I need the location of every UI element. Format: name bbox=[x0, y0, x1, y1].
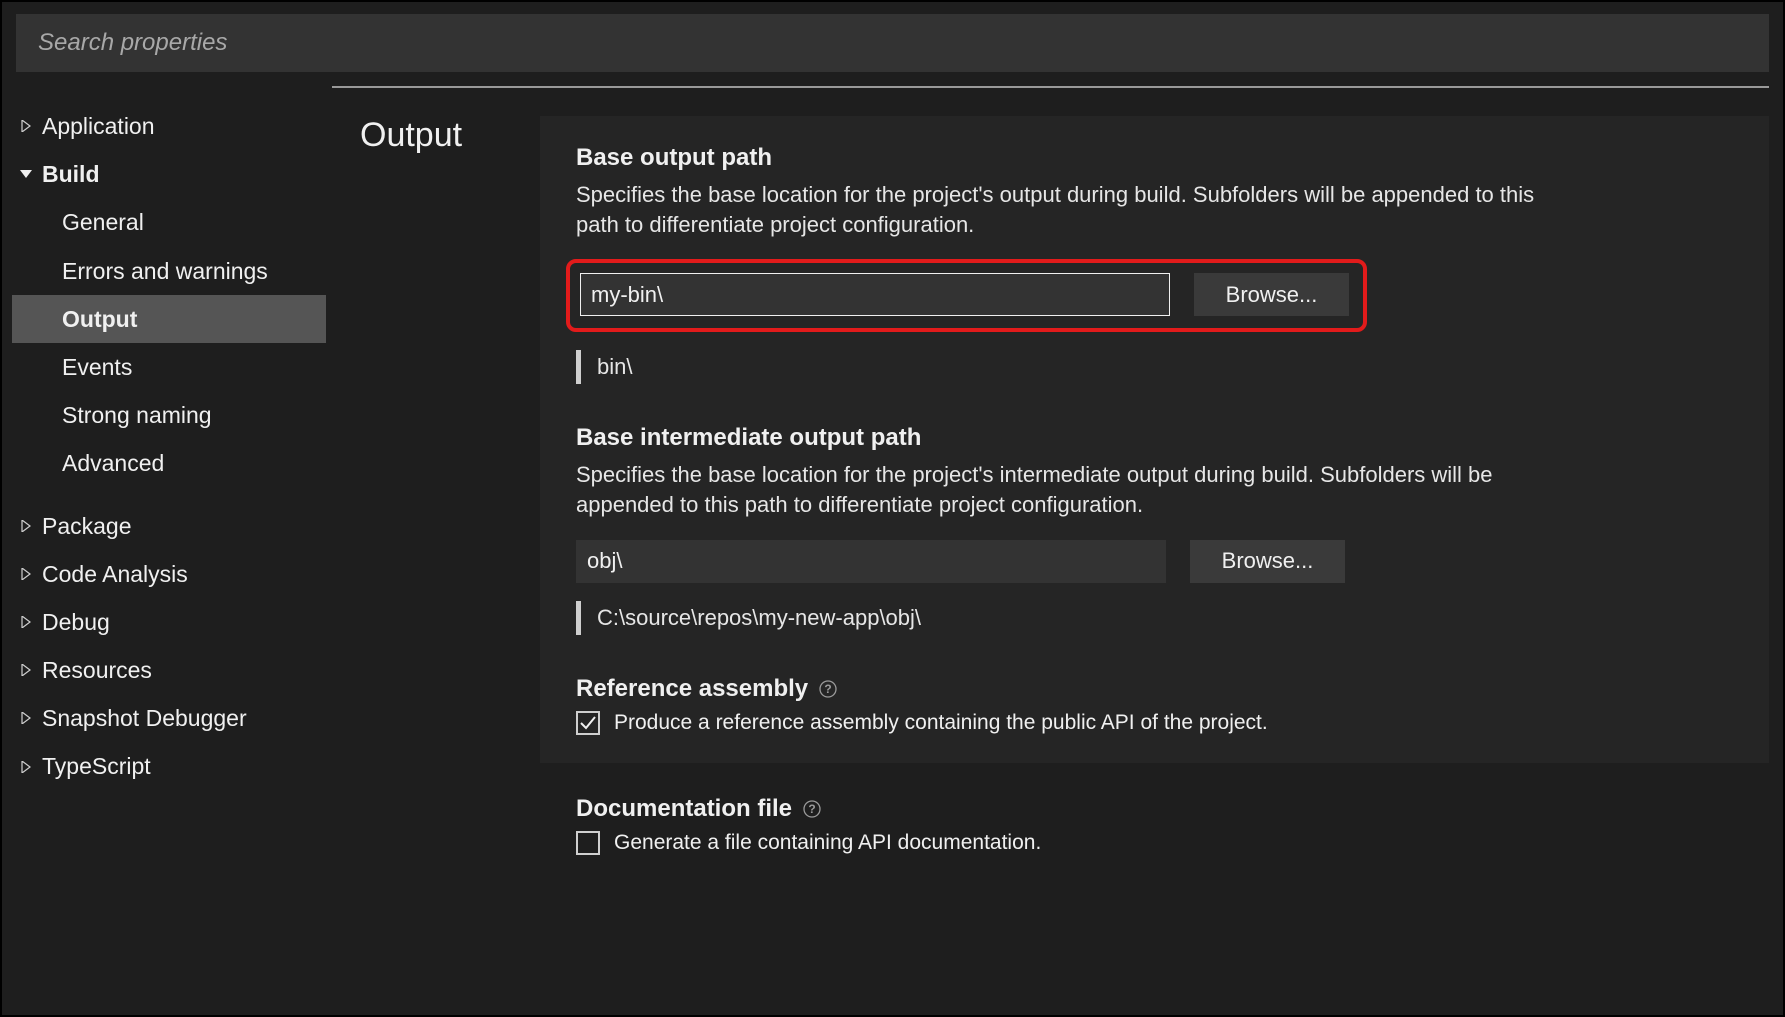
hint-text: C:\source\repos\my-new-app\obj\ bbox=[597, 605, 921, 631]
svg-text:?: ? bbox=[824, 682, 831, 696]
sidebar-item-label: Package bbox=[42, 510, 132, 542]
main-content: Output Base output path Specifies the ba… bbox=[332, 86, 1769, 1015]
sidebar-item-advanced[interactable]: Advanced bbox=[12, 439, 326, 487]
base-output-path-input[interactable] bbox=[580, 273, 1170, 316]
setting-base-output-path: Base output path Specifies the base loca… bbox=[576, 144, 1733, 384]
setting-documentation-file: Documentation file ? Generate a file con… bbox=[540, 795, 1769, 855]
chevron-right-icon bbox=[16, 516, 36, 536]
sidebar-item-label: Advanced bbox=[62, 447, 164, 479]
chevron-right-icon bbox=[16, 660, 36, 680]
reference-assembly-checkbox[interactable]: Produce a reference assembly containing … bbox=[576, 711, 1733, 735]
setting-title: Documentation file bbox=[576, 795, 792, 823]
checkbox-box bbox=[576, 711, 600, 735]
setting-title: Base intermediate output path bbox=[576, 424, 1733, 452]
page-title: Output bbox=[332, 88, 540, 1015]
setting-title: Base output path bbox=[576, 144, 1733, 172]
sidebar-item-package[interactable]: Package bbox=[12, 502, 326, 550]
sidebar-item-label: Errors and warnings bbox=[62, 255, 268, 287]
sidebar-item-label: Strong naming bbox=[62, 399, 212, 431]
sidebar-item-label: Events bbox=[62, 351, 132, 383]
chevron-right-icon bbox=[16, 612, 36, 632]
sidebar-item-typescript[interactable]: TypeScript bbox=[12, 742, 326, 790]
hint-text: bin\ bbox=[597, 354, 632, 380]
search-bar[interactable] bbox=[16, 14, 1769, 72]
browse-button[interactable]: Browse... bbox=[1190, 540, 1345, 583]
sidebar-item-build[interactable]: Build bbox=[12, 150, 326, 198]
chevron-right-icon bbox=[16, 564, 36, 584]
sidebar-item-snapshot-debugger[interactable]: Snapshot Debugger bbox=[12, 694, 326, 742]
checkbox-label: Generate a file containing API documenta… bbox=[614, 831, 1041, 855]
setting-description: Specifies the base location for the proj… bbox=[576, 460, 1556, 519]
sidebar-item-label: TypeScript bbox=[42, 750, 151, 782]
sidebar-item-application[interactable]: Application bbox=[12, 102, 326, 150]
highlight-annotation: Browse... bbox=[566, 259, 1367, 332]
sidebar-item-errors-warnings[interactable]: Errors and warnings bbox=[12, 247, 326, 295]
checkbox-label: Produce a reference assembly containing … bbox=[614, 711, 1268, 735]
sidebar-item-label: Code Analysis bbox=[42, 558, 188, 590]
sidebar-item-strong-naming[interactable]: Strong naming bbox=[12, 391, 326, 439]
sidebar-item-label: Debug bbox=[42, 606, 110, 638]
documentation-file-checkbox[interactable]: Generate a file containing API documenta… bbox=[576, 831, 1733, 855]
base-intermediate-path-input[interactable] bbox=[576, 540, 1166, 583]
sidebar-item-label: Application bbox=[42, 110, 155, 142]
sidebar-item-resources[interactable]: Resources bbox=[12, 646, 326, 694]
chevron-right-icon bbox=[16, 116, 36, 136]
help-icon[interactable]: ? bbox=[802, 799, 822, 819]
sidebar-nav: Application Build General Errors and war… bbox=[2, 86, 332, 1015]
sidebar-item-label: Output bbox=[62, 303, 137, 335]
help-icon[interactable]: ? bbox=[818, 679, 838, 699]
chevron-right-icon bbox=[16, 708, 36, 728]
search-input[interactable] bbox=[38, 29, 1747, 57]
setting-reference-assembly: Reference assembly ? Produce a reference… bbox=[576, 675, 1733, 735]
sidebar-item-code-analysis[interactable]: Code Analysis bbox=[12, 550, 326, 598]
hint-indicator-icon bbox=[576, 601, 581, 635]
sidebar-item-label: General bbox=[62, 206, 144, 238]
svg-text:?: ? bbox=[808, 802, 815, 816]
setting-title: Reference assembly bbox=[576, 675, 808, 703]
chevron-right-icon bbox=[16, 757, 36, 777]
sidebar-item-label: Snapshot Debugger bbox=[42, 702, 247, 734]
sidebar-item-debug[interactable]: Debug bbox=[12, 598, 326, 646]
sidebar-item-events[interactable]: Events bbox=[12, 343, 326, 391]
browse-button[interactable]: Browse... bbox=[1194, 273, 1349, 316]
chevron-down-icon bbox=[16, 164, 36, 184]
sidebar-item-output[interactable]: Output bbox=[12, 295, 326, 343]
sidebar-item-label: Build bbox=[42, 158, 100, 190]
hint-indicator-icon bbox=[576, 350, 581, 384]
checkbox-box bbox=[576, 831, 600, 855]
sidebar-item-label: Resources bbox=[42, 654, 152, 686]
setting-description: Specifies the base location for the proj… bbox=[576, 180, 1556, 239]
sidebar-item-general[interactable]: General bbox=[12, 198, 326, 246]
setting-base-intermediate-output-path: Base intermediate output path Specifies … bbox=[576, 424, 1733, 634]
